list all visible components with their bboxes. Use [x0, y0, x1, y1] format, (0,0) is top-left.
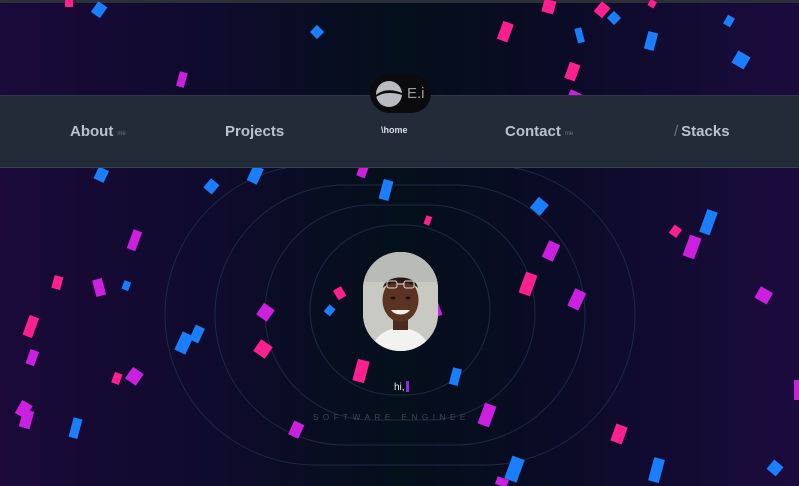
confetti-piece: [606, 10, 622, 26]
confetti-piece: [378, 179, 394, 201]
confetti-piece: [323, 304, 336, 317]
confetti-piece: [668, 224, 682, 238]
confetti-piece: [643, 31, 659, 51]
confetti-piece: [574, 27, 585, 44]
confetti-piece: [121, 280, 132, 292]
confetti-piece: [333, 286, 347, 301]
confetti-piece: [93, 166, 109, 183]
confetti-piece: [723, 14, 735, 28]
confetti-piece: [18, 409, 35, 430]
confetti-piece: [567, 288, 587, 311]
confetti-piece: [648, 457, 665, 484]
nav-about-link[interactable]: About me: [70, 96, 126, 167]
confetti-piece: [541, 240, 561, 262]
confetti-piece: [564, 61, 581, 82]
confetti-piece: [288, 420, 305, 439]
confetti-piece: [504, 455, 525, 483]
nav-about-sub: me: [117, 130, 126, 137]
site-logo[interactable]: E.i: [370, 74, 431, 113]
confetti-piece: [766, 459, 784, 477]
nav-contact-sub: me: [564, 130, 574, 137]
nav-contact-link[interactable]: Contact me: [505, 96, 573, 167]
confetti-piece: [189, 324, 205, 344]
confetti-piece: [699, 209, 718, 236]
confetti-piece: [477, 402, 497, 428]
nav-projects-link[interactable]: Projects: [225, 96, 284, 167]
nav-stacks-link[interactable]: / Stacks: [674, 96, 730, 167]
nav-stacks-label: Stacks: [681, 123, 730, 140]
profile-photo: [363, 252, 438, 351]
confetti-piece: [125, 366, 144, 386]
confetti-piece: [90, 1, 108, 19]
confetti-piece: [126, 229, 143, 252]
profile-avatar: [363, 252, 438, 351]
confetti-piece: [25, 349, 40, 367]
confetti-piece: [14, 399, 33, 419]
confetti-piece: [174, 331, 194, 355]
nav-projects-label: Projects: [225, 123, 285, 140]
typing-cursor: |: [407, 382, 410, 393]
confetti-piece: [92, 277, 107, 297]
confetti-piece: [496, 20, 514, 43]
confetti-piece: [610, 423, 628, 445]
confetti-piece: [518, 271, 538, 297]
confetti-piece: [794, 380, 799, 400]
confetti-piece: [494, 476, 510, 486]
confetti-piece: [754, 286, 774, 305]
nav-stacks-slash: /: [674, 123, 679, 140]
confetti-piece: [731, 50, 751, 70]
greeting-text: hi,: [394, 382, 405, 393]
confetti-piece: [309, 24, 325, 40]
confetti-piece: [111, 371, 123, 386]
confetti-piece: [256, 302, 275, 322]
nav-home-link[interactable]: \home: [381, 125, 408, 135]
confetti-piece: [68, 417, 83, 439]
top-border: [0, 0, 799, 3]
role-title: SOFTWARE ENGINEE: [313, 413, 470, 422]
confetti-piece: [529, 196, 549, 216]
confetti-piece: [448, 367, 462, 386]
confetti-piece: [423, 215, 433, 226]
confetti-piece: [203, 178, 220, 195]
confetti-piece: [352, 358, 370, 384]
confetti-piece: [682, 234, 702, 260]
hero-greeting: hi, |: [394, 382, 410, 393]
swoosh-logo-icon: [376, 81, 402, 107]
confetti-piece: [253, 339, 273, 359]
confetti-piece: [22, 314, 40, 339]
logo-text: E.i: [407, 85, 425, 102]
nav-contact-label: Contact: [505, 123, 561, 140]
confetti-piece: [176, 71, 188, 88]
confetti-piece: [51, 275, 64, 291]
nav-about-label: About: [70, 123, 114, 140]
confetti-piece: [593, 1, 611, 19]
